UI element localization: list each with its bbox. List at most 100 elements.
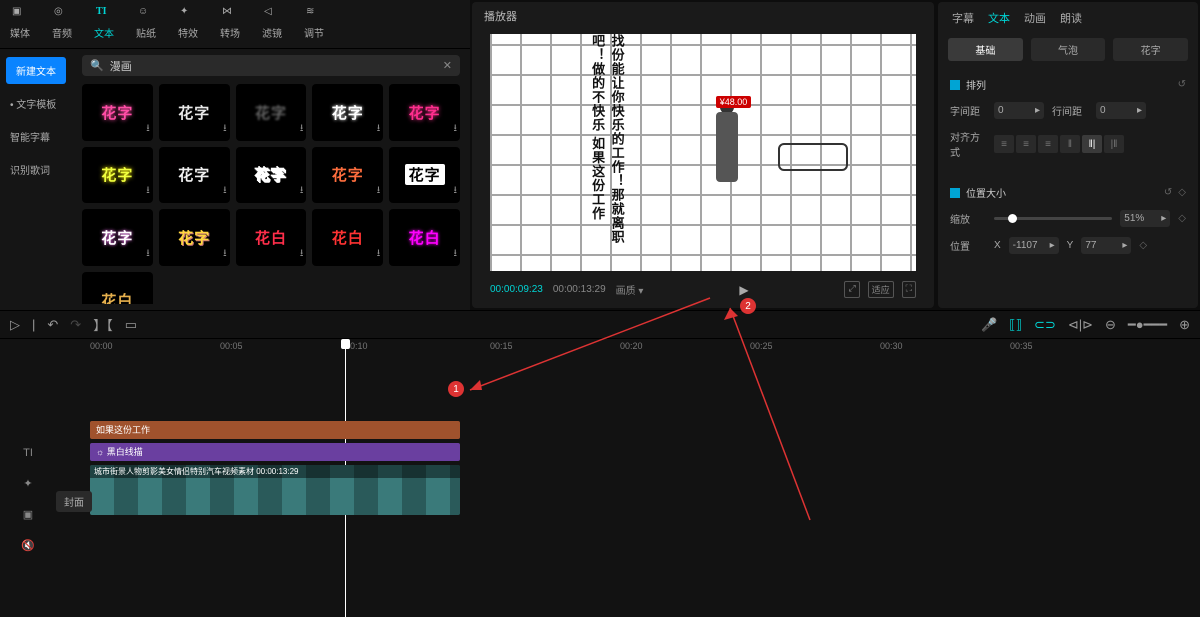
subtab-fancy[interactable]: 花字 xyxy=(1113,38,1188,61)
track-mute-icon[interactable]: 🔇 xyxy=(21,539,35,552)
sidebar-item-smart-subs[interactable]: 智能字幕 xyxy=(6,123,66,150)
track-fx-icon[interactable]: ✦ xyxy=(23,477,32,490)
mic-icon[interactable]: 🎤 xyxy=(981,317,997,333)
style-thumb[interactable]: 花字⭳ xyxy=(312,84,383,141)
download-icon[interactable]: ⭳ xyxy=(377,121,381,138)
line-spacing-input[interactable]: 0▸ xyxy=(1096,102,1146,119)
char-spacing-input[interactable]: 0▸ xyxy=(994,102,1044,119)
link-icon[interactable]: ⊂⊃ xyxy=(1034,317,1056,333)
subtab-basic[interactable]: 基础 xyxy=(948,38,1023,61)
nav-filter[interactable]: ◁滤镜 xyxy=(262,6,282,40)
split-button[interactable]: 】【 xyxy=(93,315,113,334)
download-icon[interactable]: ⭳ xyxy=(300,121,304,138)
style-thumb[interactable]: 花白⭳ xyxy=(389,209,460,266)
redo-button[interactable]: ↷ xyxy=(70,317,81,333)
tracks-area[interactable]: TI ✦ ▣ 🔇 如果这份工作 ☼ 黑白线描 城市街景人物剪影美女情侣特别汽车视… xyxy=(0,357,1200,617)
zoom-in-icon[interactable]: ⊕ xyxy=(1179,317,1190,333)
style-thumb[interactable]: 花字⭳ xyxy=(159,209,230,266)
nav-text[interactable]: TI文本 xyxy=(94,6,114,40)
subtab-bubble[interactable]: 气泡 xyxy=(1031,38,1106,61)
keyframe-icon[interactable]: ◇ xyxy=(1139,240,1147,251)
download-icon[interactable]: ⭳ xyxy=(454,246,458,263)
style-thumb[interactable]: 花字⭳ xyxy=(236,147,307,204)
play-button[interactable]: ▶ xyxy=(739,283,748,297)
zoom-out-icon[interactable]: ⊖ xyxy=(1105,317,1116,333)
reset-icon[interactable]: ↺ xyxy=(1178,79,1186,90)
download-icon[interactable]: ⭳ xyxy=(146,121,150,138)
clear-search-icon[interactable]: ✕ xyxy=(443,59,452,72)
tab-text[interactable]: 文本 xyxy=(988,10,1010,26)
style-thumb[interactable]: 花白⭳ xyxy=(82,272,153,304)
nav-effects[interactable]: ✦特效 xyxy=(178,6,198,40)
download-icon[interactable]: ⭳ xyxy=(377,246,381,263)
snap-icon[interactable]: ⟦⟧ xyxy=(1009,317,1022,333)
video-preview[interactable]: ¥48.00 找份能让你快乐的工作！那就离职吧！做的不快乐 如果这份工作 xyxy=(490,34,916,271)
keyframe-icon[interactable]: ◇ xyxy=(1178,187,1186,198)
track-lock-icon[interactable]: ▣ xyxy=(23,508,33,521)
style-thumb[interactable]: 花字⭳ xyxy=(82,84,153,141)
scale-slider[interactable] xyxy=(994,217,1112,220)
style-thumb[interactable]: 花字⭳ xyxy=(159,147,230,204)
pos-checkbox[interactable] xyxy=(950,188,960,198)
arrange-checkbox[interactable] xyxy=(950,80,960,90)
new-text-button[interactable]: 新建文本 xyxy=(6,57,66,84)
text-clip[interactable]: 如果这份工作 xyxy=(90,421,460,439)
align-right[interactable]: ≡ xyxy=(1038,135,1058,153)
nav-media[interactable]: ▣媒体 xyxy=(10,6,30,40)
tab-read[interactable]: 朗读 xyxy=(1060,10,1082,26)
style-thumb[interactable]: 花字⭳ xyxy=(389,147,460,204)
compare-icon[interactable]: ⤢ xyxy=(844,281,859,298)
align-left[interactable]: ≡ xyxy=(994,135,1014,153)
download-icon[interactable]: ⭳ xyxy=(146,246,150,263)
search-input-wrap[interactable]: 🔍 ✕ xyxy=(82,55,460,76)
fit-button[interactable]: 适应 xyxy=(868,281,894,298)
style-thumb[interactable]: 花字⭳ xyxy=(82,147,153,204)
pos-x-input[interactable]: -1107▸ xyxy=(1009,237,1059,254)
sidebar-item-lyrics[interactable]: 识别歌词 xyxy=(6,156,66,183)
nav-adjust[interactable]: ≋调节 xyxy=(304,6,324,40)
selection-tool[interactable]: ▷ xyxy=(10,317,20,333)
align-v1[interactable]: ‖ xyxy=(1060,135,1080,153)
time-ruler[interactable]: 00:00 00:05 00:10 00:15 00:20 00:25 00:3… xyxy=(0,339,1200,357)
track-text-icon[interactable]: TI xyxy=(23,447,33,459)
download-icon[interactable]: ⭳ xyxy=(146,183,150,200)
nav-transition[interactable]: ⋈转场 xyxy=(220,6,240,40)
style-thumb[interactable]: 花字⭳ xyxy=(82,209,153,266)
magnet-icon[interactable]: ⊲|⊳ xyxy=(1068,317,1093,333)
reset-icon[interactable]: ↺ xyxy=(1164,187,1172,198)
style-thumb[interactable]: 花字⭳ xyxy=(159,84,230,141)
style-thumb[interactable]: 花字⭳ xyxy=(389,84,460,141)
download-icon[interactable]: ⭳ xyxy=(454,183,458,200)
download-icon[interactable]: ⭳ xyxy=(223,121,227,138)
nav-sticker[interactable]: ☺贴纸 xyxy=(136,6,156,40)
fullscreen-icon[interactable]: ⛶ xyxy=(902,281,916,298)
align-v2[interactable]: ‖| xyxy=(1082,135,1102,153)
download-icon[interactable]: ⭳ xyxy=(377,183,381,200)
download-icon[interactable]: ⭳ xyxy=(300,246,304,263)
download-icon[interactable]: ⭳ xyxy=(300,183,304,200)
delete-button[interactable]: ▭ xyxy=(125,317,137,333)
search-input[interactable] xyxy=(110,60,443,72)
nav-audio[interactable]: ◎音频 xyxy=(52,6,72,40)
pos-y-input[interactable]: 77▸ xyxy=(1081,237,1131,254)
scale-input[interactable]: 51%▸ xyxy=(1120,210,1170,227)
style-thumb[interactable]: 花字⭳ xyxy=(312,147,383,204)
tab-subtitle[interactable]: 字幕 xyxy=(952,10,974,26)
style-thumb[interactable]: 花白⭳ xyxy=(236,209,307,266)
zoom-slider[interactable]: ━●━━━ xyxy=(1128,317,1167,333)
align-center[interactable]: ≡ xyxy=(1016,135,1036,153)
style-thumb[interactable]: 花字⭳ xyxy=(236,84,307,141)
quality-select[interactable]: 画质 ▾ xyxy=(616,282,644,297)
sidebar-item-templates[interactable]: • 文字模板 xyxy=(6,90,66,117)
undo-button[interactable]: ↶ xyxy=(47,317,58,333)
keyframe-icon[interactable]: ◇ xyxy=(1178,213,1186,224)
style-thumb[interactable]: 花白⭳ xyxy=(312,209,383,266)
align-v3[interactable]: |‖ xyxy=(1104,135,1124,153)
tab-animation[interactable]: 动画 xyxy=(1024,10,1046,26)
cover-button[interactable]: 封面 xyxy=(56,491,92,512)
download-icon[interactable]: ⭳ xyxy=(454,121,458,138)
video-clip[interactable]: 城市街景人物剪影美女情侣特别汽车视频素材 00:00:13:29 xyxy=(90,465,460,515)
download-icon[interactable]: ⭳ xyxy=(223,246,227,263)
download-icon[interactable]: ⭳ xyxy=(223,183,227,200)
effect-clip[interactable]: ☼ 黑白线描 xyxy=(90,443,460,461)
